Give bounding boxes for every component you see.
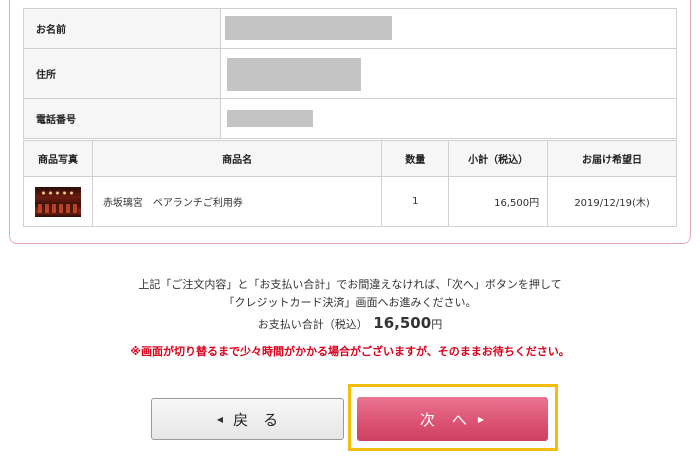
total-unit: 円	[431, 318, 443, 331]
header-quantity: 数量	[381, 140, 450, 177]
customer-info-table: お名前 住所 電話番号	[23, 8, 677, 139]
phone-value	[220, 98, 677, 139]
right-triangle-icon: ▶	[477, 414, 486, 424]
instruction-line-2: 「クレジットカード決済」画面へお進みください。	[223, 296, 477, 309]
items-header-row: 商品写真 商品名 数量 小計（税込） お届け希望日	[23, 140, 677, 177]
instruction-line-1: 上記「ご注文内容」と「お支払い合計」でお間違えなければ、「次へ」ボタンを押して	[138, 278, 562, 291]
address-row: 住所	[23, 48, 677, 99]
address-redacted	[227, 58, 361, 91]
product-photo	[34, 186, 81, 217]
name-value	[220, 8, 677, 49]
product-quantity: 1	[381, 176, 450, 227]
next-button[interactable]: 次 へ ▶	[357, 397, 548, 441]
phone-redacted	[227, 110, 313, 127]
back-button[interactable]: ◀ 戻 る	[151, 398, 344, 440]
header-product-name: 商品名	[91, 140, 383, 177]
product-photo-cell	[23, 176, 93, 227]
header-delivery-date: お届け希望日	[547, 140, 677, 177]
phone-row: 電話番号	[23, 98, 677, 139]
wait-warning: ※画面が切り替るまで少々時間がかかる場合がございますが、そのままお待ちください。	[130, 345, 570, 358]
next-button-label: 次 へ	[419, 410, 468, 429]
address-value	[220, 48, 677, 99]
total-label: お支払い合計（税込）	[257, 318, 368, 331]
name-row: お名前	[23, 8, 677, 49]
name-label: お名前	[23, 8, 221, 49]
total-amount: 16,500	[373, 314, 432, 332]
payment-total: お支払い合計（税込） 16,500円	[0, 314, 700, 332]
left-triangle-icon: ◀	[216, 414, 224, 424]
name-redacted	[225, 16, 392, 40]
address-label: 住所	[23, 48, 221, 99]
product-delivery-date: 2019/12/19(木)	[547, 176, 677, 227]
product-subtotal: 16,500円	[448, 176, 549, 227]
phone-label: 電話番号	[23, 98, 221, 139]
header-subtotal: 小計（税込）	[448, 140, 549, 177]
product-name: 赤坂璃宮 ペアランチご利用券	[91, 176, 383, 227]
order-items-table: 商品写真 商品名 数量 小計（税込） お届け希望日 赤坂璃宮 ペアランチご利用券…	[23, 140, 677, 227]
header-photo: 商品写真	[23, 140, 93, 177]
back-button-label: 戻 る	[233, 410, 279, 429]
table-row: 赤坂璃宮 ペアランチご利用券 1 16,500円 2019/12/19(木)	[23, 176, 677, 227]
